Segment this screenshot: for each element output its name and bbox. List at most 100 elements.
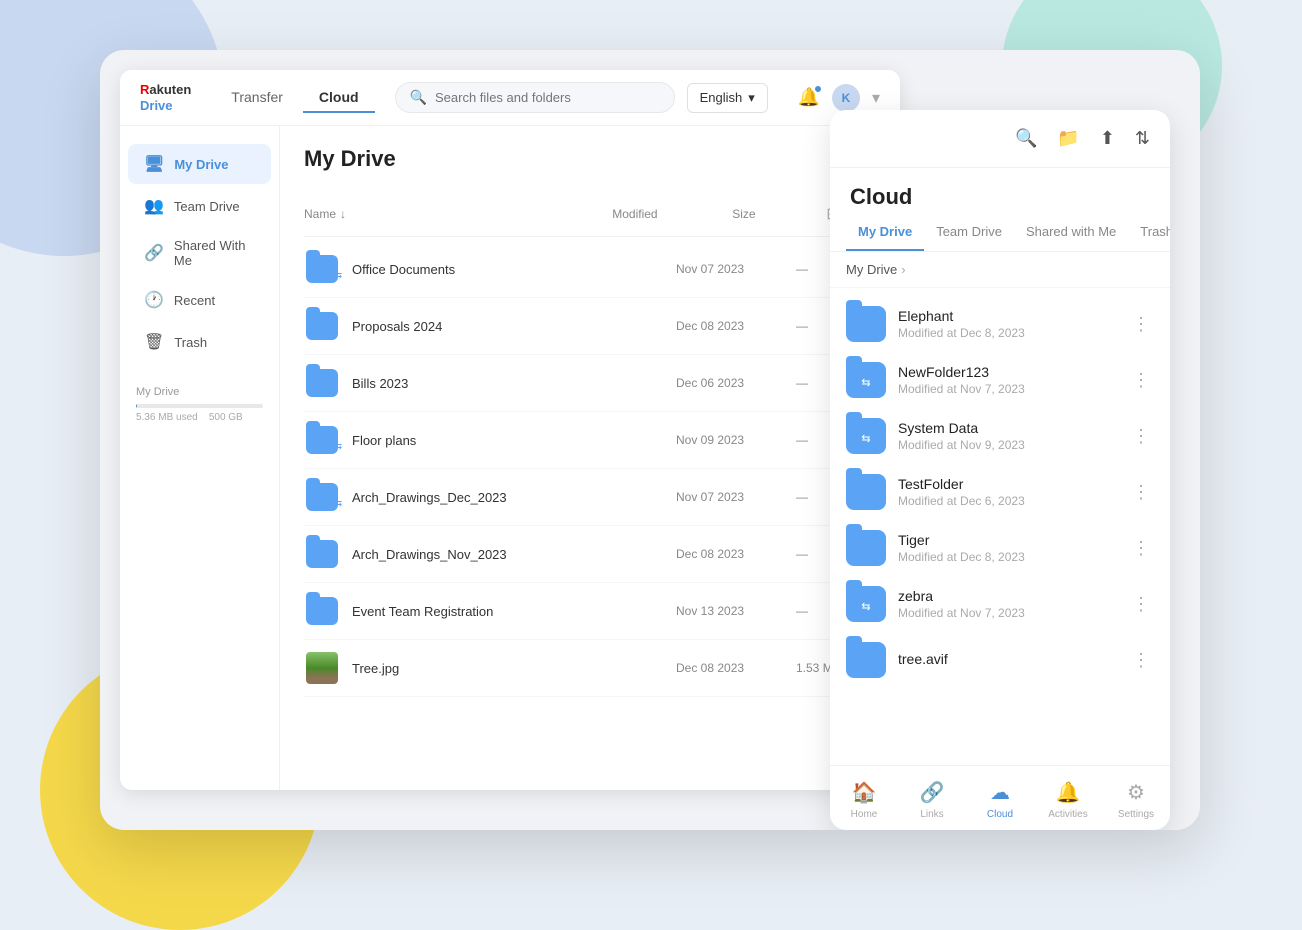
folder-icon bbox=[846, 530, 886, 566]
app-body: 🖥 My Drive 👥 Team Drive 🔗 Shared With Me… bbox=[120, 126, 900, 790]
panel-file-name: TestFolder bbox=[898, 476, 1116, 492]
file-info: zebra Modified at Nov 7, 2023 bbox=[898, 588, 1116, 620]
chevron-down-icon: ▾ bbox=[748, 90, 755, 106]
bottom-nav-label: Cloud bbox=[987, 809, 1013, 820]
file-more-button[interactable]: ⋮ bbox=[1128, 366, 1154, 395]
file-name: Office Documents bbox=[352, 262, 676, 277]
file-more-button[interactable]: ⋮ bbox=[1128, 422, 1154, 451]
nav-tab-cloud[interactable]: Cloud bbox=[303, 83, 375, 113]
file-more-button[interactable]: ⋮ bbox=[1128, 310, 1154, 339]
panel-file-name: NewFolder123 bbox=[898, 364, 1116, 380]
file-row[interactable]: Arch_Drawings_Nov_2023 Dec 08 2023 — bbox=[304, 526, 876, 583]
sidebar-item-trash[interactable]: 🗑 Trash bbox=[128, 322, 271, 362]
panel-file-row[interactable]: tree.avif ⋮ bbox=[830, 632, 1170, 688]
panel-file-name: tree.avif bbox=[898, 651, 1116, 667]
panel-search-button[interactable]: 🔍 bbox=[1011, 124, 1041, 153]
file-name: Event Team Registration bbox=[352, 604, 676, 619]
file-row[interactable]: Event Team Registration Nov 13 2023 — bbox=[304, 583, 876, 640]
panel-sort-button[interactable]: ⇅ bbox=[1131, 124, 1154, 153]
sidebar-item-team-drive[interactable]: 👥 Team Drive bbox=[128, 186, 271, 226]
user-menu-chevron[interactable]: ▾ bbox=[872, 88, 880, 108]
panel-tab-team-drive[interactable]: Team Drive bbox=[924, 214, 1014, 251]
main-content: My Drive Name ↓ Modified Size ⊞ ☰ bbox=[280, 126, 900, 790]
file-row[interactable]: ⇆ Arch_Drawings_Dec_2023 Nov 07 2023 — bbox=[304, 469, 876, 526]
file-row[interactable]: Proposals 2024 Dec 08 2023 — bbox=[304, 298, 876, 355]
file-info: NewFolder123 Modified at Nov 7, 2023 bbox=[898, 364, 1116, 396]
storage-bar bbox=[136, 404, 263, 408]
file-modified: Dec 08 2023 bbox=[676, 319, 796, 333]
file-row[interactable]: ⇆ Floor plans Nov 09 2023 — bbox=[304, 412, 876, 469]
file-modified: Dec 08 2023 bbox=[676, 547, 796, 561]
file-row[interactable]: Bills 2023 Dec 06 2023 — bbox=[304, 355, 876, 412]
panel-breadcrumb: My Drive › bbox=[830, 252, 1170, 288]
settings-icon: ⚙ bbox=[1127, 780, 1145, 805]
sort-icon: ↓ bbox=[340, 207, 346, 221]
bottom-nav-cloud[interactable]: ☁ Cloud bbox=[966, 774, 1034, 826]
nav-tab-transfer[interactable]: Transfer bbox=[215, 83, 299, 113]
storage-text: 5.36 MB used 500 GB bbox=[136, 412, 263, 423]
language-label: English bbox=[700, 90, 743, 105]
notification-button[interactable]: 🔔 bbox=[798, 87, 820, 108]
file-thumbnail bbox=[306, 652, 338, 684]
file-icon: ⇆ bbox=[304, 251, 340, 287]
file-row[interactable]: ⇆ Office Documents Nov 07 2023 — bbox=[304, 241, 876, 298]
panel-new-folder-button[interactable]: 📁 bbox=[1053, 124, 1083, 153]
recent-icon: 🕐 bbox=[144, 290, 164, 310]
sidebar-item-shared-with-me[interactable]: 🔗 Shared With Me bbox=[128, 228, 271, 278]
panel-file-row[interactable]: Elephant Modified at Dec 8, 2023 ⋮ bbox=[830, 296, 1170, 352]
panel-file-name: zebra bbox=[898, 588, 1116, 604]
panel-tab-trash[interactable]: Trash bbox=[1128, 214, 1170, 251]
sidebar-item-recent[interactable]: 🕐 Recent bbox=[128, 280, 271, 320]
search-bar[interactable]: 🔍 bbox=[395, 82, 675, 113]
panel-tabs: My Drive Team Drive Shared with Me Trash bbox=[830, 214, 1170, 252]
bottom-nav-label: Home bbox=[851, 809, 878, 820]
column-modified: Modified bbox=[612, 207, 732, 221]
file-info: tree.avif bbox=[898, 651, 1116, 669]
file-modified: Nov 07 2023 bbox=[676, 490, 796, 504]
panel-file-row[interactable]: ⇆ zebra Modified at Nov 7, 2023 ⋮ bbox=[830, 576, 1170, 632]
bottom-nav-settings[interactable]: ⚙ Settings bbox=[1102, 774, 1170, 826]
search-input[interactable] bbox=[435, 90, 660, 105]
panel-tab-shared-with-me[interactable]: Shared with Me bbox=[1014, 214, 1128, 251]
file-info: System Data Modified at Nov 9, 2023 bbox=[898, 420, 1116, 452]
file-row[interactable]: Tree.jpg Dec 08 2023 1.53 MB bbox=[304, 640, 876, 697]
panel-file-row[interactable]: Tiger Modified at Dec 8, 2023 ⋮ bbox=[830, 520, 1170, 576]
panel-file-row[interactable]: TestFolder Modified at Dec 6, 2023 ⋮ bbox=[830, 464, 1170, 520]
panel-file-date: Modified at Nov 7, 2023 bbox=[898, 382, 1116, 396]
file-more-button[interactable]: ⋮ bbox=[1128, 590, 1154, 619]
panel-bottom-nav: 🏠 Home 🔗 Links ☁ Cloud 🔔 Activities ⚙ Se… bbox=[830, 765, 1170, 830]
panel-file-row[interactable]: ⇆ NewFolder123 Modified at Nov 7, 2023 ⋮ bbox=[830, 352, 1170, 408]
language-selector[interactable]: English ▾ bbox=[687, 83, 768, 113]
breadcrumb-item[interactable]: My Drive bbox=[846, 262, 897, 277]
panel-tab-my-drive[interactable]: My Drive bbox=[846, 214, 924, 251]
panel-file-date: Modified at Dec 8, 2023 bbox=[898, 326, 1116, 340]
sidebar-item-label: Team Drive bbox=[174, 199, 240, 214]
notification-badge bbox=[814, 85, 822, 93]
column-size: Size bbox=[732, 207, 812, 221]
file-more-button[interactable]: ⋮ bbox=[1128, 534, 1154, 563]
bottom-nav-activities[interactable]: 🔔 Activities bbox=[1034, 774, 1102, 826]
bottom-nav-home[interactable]: 🏠 Home bbox=[830, 774, 898, 826]
folder-icon bbox=[846, 474, 886, 510]
file-name: Floor plans bbox=[352, 433, 676, 448]
storage-fill bbox=[136, 404, 137, 408]
file-modified: Dec 08 2023 bbox=[676, 661, 796, 675]
user-avatar[interactable]: K bbox=[832, 84, 860, 112]
cloud-icon: ☁ bbox=[990, 780, 1010, 805]
header-actions: 🔔 K ▾ bbox=[798, 84, 880, 112]
column-name[interactable]: Name ↓ bbox=[304, 207, 612, 221]
file-more-button[interactable]: ⋮ bbox=[1128, 646, 1154, 675]
panel-file-name: Elephant bbox=[898, 308, 1116, 324]
sidebar-item-my-drive[interactable]: 🖥 My Drive bbox=[128, 144, 271, 184]
panel-file-row[interactable]: ⇆ System Data Modified at Nov 9, 2023 ⋮ bbox=[830, 408, 1170, 464]
panel-file-date: Modified at Nov 7, 2023 bbox=[898, 606, 1116, 620]
panel-upload-button[interactable]: ⬆ bbox=[1096, 124, 1119, 153]
links-icon: 🔗 bbox=[920, 780, 945, 805]
app-header: Rakuten Drive Transfer Cloud 🔍 English ▾… bbox=[120, 70, 900, 126]
file-more-button[interactable]: ⋮ bbox=[1128, 478, 1154, 507]
folder-icon: ⇆ bbox=[846, 362, 886, 398]
folder-icon: ⇆ bbox=[846, 418, 886, 454]
file-icon bbox=[304, 308, 340, 344]
file-icon bbox=[304, 593, 340, 629]
bottom-nav-links[interactable]: 🔗 Links bbox=[898, 774, 966, 826]
